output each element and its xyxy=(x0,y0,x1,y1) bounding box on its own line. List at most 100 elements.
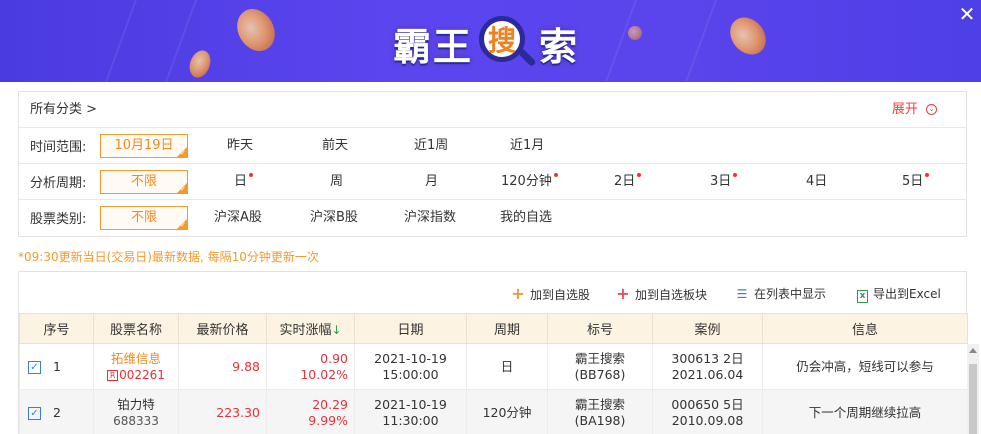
header-banner: 霸 王 搜 索 ✕ xyxy=(0,0,981,82)
show-in-list-button[interactable]: ☰ 在列表中显示 xyxy=(735,285,826,303)
breadcrumb[interactable]: 所有分类 > xyxy=(30,92,97,127)
case-code[interactable]: 300613 2日 xyxy=(653,351,762,367)
stock-type-option[interactable]: 沪深指数 xyxy=(404,200,456,235)
tag-code: (BB768) xyxy=(574,366,626,382)
button-label: 加到自选板块 xyxy=(635,288,708,302)
toolbar: + 加到自选股 + 加到自选板块 ☰ 在列表中显示 x 导出到Excel xyxy=(17,272,966,314)
stock-type-option[interactable]: 沪深A股 xyxy=(214,200,262,235)
time-option[interactable]: 昨天 xyxy=(227,128,253,163)
case-date: 2010.09.08 xyxy=(671,412,744,428)
period-label: 分析周期: xyxy=(30,176,87,191)
table-row[interactable]: ✓ 2 铂力特 688333 223.30 20.29 9.99% 2021-10-… xyxy=(19,389,968,434)
period-option-label: 月 xyxy=(425,174,439,189)
stock-name[interactable]: 铂力特 xyxy=(94,397,178,413)
scroll-thumb[interactable] xyxy=(969,364,977,434)
date: 2021-10-19 xyxy=(374,396,447,412)
period-option[interactable]: 3日 xyxy=(710,164,738,199)
stock-type-option[interactable]: 我的自选 xyxy=(500,200,552,235)
coin-decoration xyxy=(229,2,283,58)
latest-price: 223.30 xyxy=(178,389,267,434)
period-option[interactable]: 日 xyxy=(234,164,254,199)
new-dot xyxy=(249,173,254,177)
change-percent: 10.02% xyxy=(300,366,348,382)
results-panel: + 加到自选股 + 加到自选板块 ☰ 在列表中显示 x 导出到Excel 序号 股票名称… xyxy=(17,271,968,434)
new-dot xyxy=(637,173,642,177)
export-excel-button[interactable]: x 导出到Excel xyxy=(857,285,941,303)
period-cell: 日 xyxy=(466,343,548,390)
stock-type-selected[interactable]: 不限 ✓ xyxy=(100,206,188,230)
row-index: 2 xyxy=(52,404,61,420)
column-header[interactable]: 周期 xyxy=(466,313,548,344)
column-header[interactable]: 日期 xyxy=(354,313,467,344)
vertical-scrollbar[interactable] xyxy=(967,344,979,434)
period-option[interactable]: 5日 xyxy=(902,164,930,199)
period-option-label: 日 xyxy=(234,174,248,189)
time-option[interactable]: 前天 xyxy=(322,128,348,163)
time-range-label: 时间范围: xyxy=(30,140,87,155)
period-selected[interactable]: 不限 ✓ xyxy=(100,170,188,194)
selected-value: 不限 xyxy=(130,210,157,225)
add-watchlist-button[interactable]: + 加到自选股 xyxy=(511,285,590,303)
change-value: 0.90 xyxy=(320,350,348,366)
case-date: 2021.06.04 xyxy=(671,366,744,382)
button-label: 在列表中显示 xyxy=(754,287,827,301)
filter-panel: 所有分类 > 展开 ⌄ 时间范围: 10月19日 ✓ 昨天 前天 近1周 近1月… xyxy=(18,91,967,237)
table-header-row: 序号 股票名称 最新价格 实时涨幅↓ 日期 周期 标号 案例 信息 xyxy=(19,313,968,344)
logo-char: 索 xyxy=(539,23,580,69)
column-header[interactable]: 案例 xyxy=(652,313,763,344)
add-watch-block-button[interactable]: + 加到自选板块 xyxy=(616,285,707,303)
row-index: 1 xyxy=(52,358,61,374)
chevron-down-icon: ⌄ xyxy=(926,104,937,115)
logo: 霸 王 搜 索 xyxy=(393,10,579,76)
magnifier-icon: 搜 xyxy=(477,14,537,72)
period-option[interactable]: 120分钟 xyxy=(501,164,558,199)
selected-value: 10月19日 xyxy=(114,138,174,153)
main-panel: 所有分类 > 展开 ⌄ 时间范围: 10月19日 ✓ 昨天 前天 近1周 近1月… xyxy=(0,82,981,434)
column-header[interactable]: 序号 xyxy=(19,313,94,344)
rzrq-badge-icon: R xyxy=(107,369,119,381)
expand-button[interactable]: 展开 ⌄ xyxy=(892,92,937,127)
close-icon[interactable]: ✕ xyxy=(957,4,977,24)
update-notice: *09:30更新当日(交易日)最新数据, 每隔10分钟更新一次 xyxy=(18,250,319,264)
time-option[interactable]: 近1月 xyxy=(510,128,544,163)
time-range-selected[interactable]: 10月19日 ✓ xyxy=(100,134,188,158)
time: 15:00:00 xyxy=(382,366,439,382)
new-dot xyxy=(925,173,930,177)
row-checkbox[interactable]: ✓ xyxy=(28,406,41,420)
stock-name[interactable]: 拓维信息 xyxy=(94,351,178,367)
period-option-label: 3日 xyxy=(710,174,732,189)
scroll-up-icon[interactable] xyxy=(969,348,977,353)
stock-code: 688333 xyxy=(113,413,159,428)
button-label: 加到自选股 xyxy=(530,288,591,302)
excel-icon: x xyxy=(857,290,868,303)
plus-icon: + xyxy=(616,284,630,303)
column-header[interactable]: 最新价格 xyxy=(178,313,267,344)
date: 2021-10-19 xyxy=(374,350,447,366)
time-range-row: 时间范围: 10月19日 ✓ 昨天 前天 近1周 近1月 xyxy=(19,127,966,163)
column-header[interactable]: 信息 xyxy=(762,313,968,344)
logo-char: 搜 xyxy=(488,24,517,57)
table-row[interactable]: ✓ 1 拓维信息 R 002261 9.88 0.90 10.02% 2021-10-… xyxy=(19,343,968,390)
expand-label: 展开 xyxy=(891,102,918,117)
stock-code: 002261 xyxy=(119,367,165,382)
case-code[interactable]: 000650 5日 xyxy=(653,397,762,413)
coin-decoration xyxy=(628,26,642,40)
period-option[interactable]: 月 xyxy=(425,164,438,199)
column-header-label: 实时涨幅 xyxy=(279,323,332,338)
period-option-label: 5日 xyxy=(902,174,924,189)
period-option-label: 4日 xyxy=(806,174,828,189)
row-checkbox[interactable]: ✓ xyxy=(28,360,41,374)
period-cell: 120分钟 xyxy=(466,389,548,434)
period-option[interactable]: 4日 xyxy=(806,164,827,199)
time-option[interactable]: 近1周 xyxy=(414,128,448,163)
stock-type-label: 股票类别: xyxy=(30,212,87,227)
coin-decoration xyxy=(722,10,774,62)
period-option-label: 2日 xyxy=(614,174,636,189)
period-option[interactable]: 2日 xyxy=(614,164,642,199)
column-header[interactable]: 标号 xyxy=(547,313,653,344)
column-header-sorted[interactable]: 实时涨幅↓ xyxy=(266,313,355,344)
column-header[interactable]: 股票名称 xyxy=(93,313,179,344)
period-option-label: 120分钟 xyxy=(501,174,552,189)
stock-type-option[interactable]: 沪深B股 xyxy=(310,200,358,235)
period-option[interactable]: 周 xyxy=(330,164,343,199)
